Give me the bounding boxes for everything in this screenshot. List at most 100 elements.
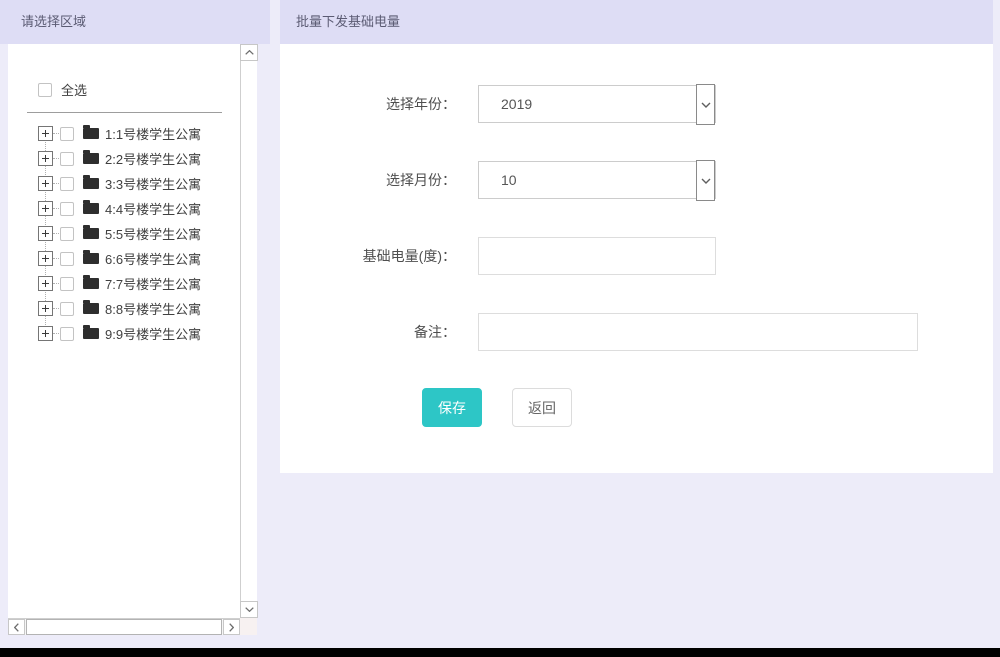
plus-icon: [39, 277, 52, 290]
tree-connector-dash: [53, 308, 59, 309]
month-select[interactable]: 10: [478, 161, 716, 199]
plus-icon: [39, 177, 52, 190]
plus-icon: [39, 202, 52, 215]
tree-connector-dash: [53, 258, 59, 259]
tree-item[interactable]: 6:6号楼学生公寓: [8, 246, 240, 271]
back-button[interactable]: 返回: [512, 388, 572, 427]
base-power-row: 基础电量(度)：: [280, 237, 993, 275]
month-label: 选择月份：: [280, 170, 456, 190]
plus-icon: [39, 152, 52, 165]
tree-item-checkbox[interactable]: [60, 202, 74, 216]
batch-form-panel: 选择年份： 2019 选择月份： 10 基础电量(度)： 备注： 保存 返回: [280, 44, 993, 473]
tree-item-label[interactable]: 3:3号楼学生公寓: [105, 174, 201, 193]
scroll-up-button[interactable]: [240, 44, 258, 61]
tree-item-label[interactable]: 8:8号楼学生公寓: [105, 299, 201, 318]
remark-label: 备注：: [280, 322, 456, 342]
scroll-right-button[interactable]: [223, 619, 240, 635]
year-row: 选择年份： 2019: [280, 85, 993, 123]
remark-input[interactable]: [478, 313, 918, 351]
chevron-up-icon: [245, 50, 254, 55]
chevron-right-icon: [229, 623, 234, 632]
folder-icon: [83, 128, 99, 139]
tree-connector-dash: [53, 208, 59, 209]
tree-expand-button[interactable]: [38, 151, 53, 166]
horizontal-scrollbar[interactable]: [8, 618, 240, 635]
tree-item[interactable]: 1:1号楼学生公寓: [8, 121, 240, 146]
tree-connector-dash: [53, 183, 59, 184]
vertical-scrollbar[interactable]: [240, 44, 257, 618]
tree-item[interactable]: 3:3号楼学生公寓: [8, 171, 240, 196]
page-title: 批量下发基础电量: [296, 14, 400, 29]
folder-icon: [83, 203, 99, 214]
tree-item[interactable]: 9:9号楼学生公寓: [8, 321, 240, 346]
save-button[interactable]: 保存: [422, 388, 482, 427]
right-panel-header: 批量下发基础电量: [280, 0, 993, 44]
tree-item-checkbox[interactable]: [60, 302, 74, 316]
tree-expand-button[interactable]: [38, 126, 53, 141]
tree-connector-dash: [53, 333, 59, 334]
tree-item-label[interactable]: 1:1号楼学生公寓: [105, 124, 201, 143]
tree-item[interactable]: 8:8号楼学生公寓: [8, 296, 240, 321]
folder-icon: [83, 278, 99, 289]
scroll-down-button[interactable]: [240, 601, 258, 618]
month-select-value: 10: [501, 172, 517, 188]
tree-list: 1:1号楼学生公寓 2:2号楼学生公寓 3:3号楼学生公寓 4:4号楼学生公寓: [8, 121, 240, 346]
plus-icon: [39, 327, 52, 340]
bottom-black-bar: [0, 648, 1000, 657]
left-panel-header: 请选择区域: [0, 0, 270, 44]
year-select[interactable]: 2019: [478, 85, 716, 123]
folder-icon: [83, 303, 99, 314]
tree-item-label[interactable]: 6:6号楼学生公寓: [105, 249, 201, 268]
tree-item-label[interactable]: 5:5号楼学生公寓: [105, 224, 201, 243]
month-row: 选择月份： 10: [280, 161, 993, 199]
tree-item-checkbox[interactable]: [60, 127, 74, 141]
base-power-label: 基础电量(度)：: [280, 246, 456, 266]
folder-icon: [83, 253, 99, 264]
tree-item[interactable]: 7:7号楼学生公寓: [8, 271, 240, 296]
tree-expand-button[interactable]: [38, 251, 53, 266]
tree-expand-button[interactable]: [38, 176, 53, 191]
chevron-down-icon: [245, 607, 254, 612]
tree-item-checkbox[interactable]: [60, 227, 74, 241]
tree-item-checkbox[interactable]: [60, 177, 74, 191]
divider: [27, 112, 222, 113]
horizontal-scroll-thumb[interactable]: [26, 619, 222, 635]
scroll-left-button[interactable]: [8, 619, 25, 635]
tree-expand-button[interactable]: [38, 226, 53, 241]
folder-icon: [83, 178, 99, 189]
tree-item-label[interactable]: 4:4号楼学生公寓: [105, 199, 201, 218]
left-panel-title: 请选择区域: [21, 14, 86, 29]
chevron-down-icon[interactable]: [696, 160, 715, 201]
tree-item-checkbox[interactable]: [60, 252, 74, 266]
scrollbar-corner: [240, 618, 257, 635]
tree-expand-button[interactable]: [38, 201, 53, 216]
tree-item-checkbox[interactable]: [60, 327, 74, 341]
tree-expand-button[interactable]: [38, 301, 53, 316]
chevron-left-icon: [14, 623, 19, 632]
area-tree-panel: 全选 1:1号楼学生公寓 2:2号楼学生公寓 3:3号楼学生公寓: [8, 44, 257, 635]
chevron-down-icon[interactable]: [696, 84, 715, 125]
tree-expand-button[interactable]: [38, 276, 53, 291]
tree-item-checkbox[interactable]: [60, 277, 74, 291]
tree-connector-dash: [53, 158, 59, 159]
tree-item-checkbox[interactable]: [60, 152, 74, 166]
tree-expand-button[interactable]: [38, 326, 53, 341]
form-buttons: 保存 返回: [422, 388, 993, 427]
plus-icon: [39, 127, 52, 140]
tree-item-label[interactable]: 2:2号楼学生公寓: [105, 149, 201, 168]
tree-connector-dash: [53, 283, 59, 284]
tree-scroll-area: 全选 1:1号楼学生公寓 2:2号楼学生公寓 3:3号楼学生公寓: [8, 44, 240, 618]
base-power-input[interactable]: [478, 237, 716, 275]
select-all-checkbox[interactable]: [38, 83, 52, 97]
area-tree: 1:1号楼学生公寓 2:2号楼学生公寓 3:3号楼学生公寓 4:4号楼学生公寓: [8, 121, 240, 346]
tree-item[interactable]: 5:5号楼学生公寓: [8, 221, 240, 246]
select-all-row[interactable]: 全选: [38, 80, 240, 99]
tree-item[interactable]: 2:2号楼学生公寓: [8, 146, 240, 171]
plus-icon: [39, 227, 52, 240]
folder-icon: [83, 328, 99, 339]
tree-item-label[interactable]: 9:9号楼学生公寓: [105, 324, 201, 343]
folder-icon: [83, 228, 99, 239]
tree-item-label[interactable]: 7:7号楼学生公寓: [105, 274, 201, 293]
tree-item[interactable]: 4:4号楼学生公寓: [8, 196, 240, 221]
plus-icon: [39, 302, 52, 315]
